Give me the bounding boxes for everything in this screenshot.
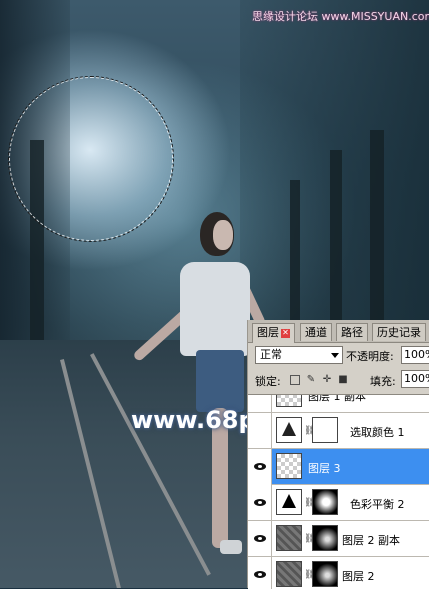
watermark-top: 思缘设计论坛 www.MISSYUAN.com	[252, 10, 429, 23]
fill-input[interactable]: 100%	[401, 370, 429, 388]
link-icon: ⛓	[304, 498, 316, 508]
layer-thumbnail	[276, 395, 302, 407]
link-icon: ⛓	[304, 534, 316, 544]
layer-row[interactable]: 图层 3	[248, 449, 429, 485]
layer-row[interactable]: ⛓ 选取颜色 1	[248, 413, 429, 449]
link-icon: ⛓	[304, 426, 316, 436]
layer-name: 图层 1 副本	[308, 394, 366, 403]
layer-name: 选取颜色 1	[350, 426, 405, 439]
figure-shorts	[196, 350, 244, 412]
layer-name: 色彩平衡 2	[350, 498, 405, 511]
tab-paths-label: 路径	[341, 326, 363, 339]
blend-mode-value: 正常	[260, 348, 282, 361]
layer-thumbnail	[276, 453, 302, 479]
close-icon[interactable]: ✕	[281, 329, 290, 338]
tab-channels-label: 通道	[305, 326, 327, 339]
chevron-down-icon	[331, 353, 339, 358]
layer-mask-thumbnail[interactable]	[312, 417, 338, 443]
opacity-input[interactable]: 100%	[401, 346, 429, 364]
tab-history-label: 历史记录	[377, 326, 421, 339]
adjustment-thumbnail	[276, 417, 302, 443]
opacity-label: 不透明度:	[346, 350, 394, 363]
lock-transparent-icon[interactable]	[290, 375, 300, 385]
layer-name: 图层 2 副本	[342, 534, 400, 547]
fill-value: 100%	[404, 372, 429, 385]
selection-marquee	[9, 77, 173, 241]
tree-trunk	[370, 130, 384, 340]
layer-mask-thumbnail[interactable]	[312, 489, 338, 515]
move-icon[interactable]: ✛	[322, 375, 332, 385]
visibility-toggle[interactable]	[248, 395, 272, 413]
visibility-toggle[interactable]	[248, 449, 272, 485]
visibility-toggle[interactable]	[248, 485, 272, 521]
lock-row: 锁定: ✎ ✛ ■ 填充: 100%	[250, 370, 429, 390]
layer-row[interactable]: ⛓ 色彩平衡 2	[248, 485, 429, 521]
adjustment-thumbnail	[276, 489, 302, 515]
blend-row: 正常 不透明度: 100%	[250, 346, 429, 366]
tree-trunk	[330, 150, 342, 340]
opacity-value: 100%	[404, 348, 429, 361]
tree-trunk	[290, 180, 300, 340]
eye-icon	[254, 535, 266, 542]
figure-face	[213, 220, 233, 250]
tab-channels[interactable]: 通道	[300, 323, 332, 341]
tab-history[interactable]: 历史记录	[372, 323, 426, 341]
visibility-toggle[interactable]	[248, 413, 272, 449]
layer-row[interactable]: 图层 1 副本	[248, 394, 429, 413]
tab-layers-label: 图层	[257, 326, 279, 339]
blend-mode-select[interactable]: 正常	[255, 346, 343, 364]
tab-paths[interactable]: 路径	[336, 323, 368, 341]
figure-shoe	[220, 540, 242, 554]
eye-icon	[254, 499, 266, 506]
layers-panel: 图层✕ 通道 路径 历史记录 正常 不透明度: 100% 锁定: ✎ ✛ ■ 填…	[247, 320, 429, 589]
layer-thumbnail	[276, 561, 302, 587]
layer-name: 图层 3	[308, 462, 341, 475]
layer-thumbnail	[276, 525, 302, 551]
adjustment-icon	[282, 422, 296, 436]
link-icon: ⛓	[304, 570, 316, 580]
layer-name: 图层 2	[342, 570, 375, 583]
layers-list: 图层 1 副本 ⛓ 选取颜色 1 图层 3 ⛓ 色彩平衡 2 ⛓ 图层 2 副本…	[248, 394, 429, 589]
color-balance-icon	[282, 494, 296, 508]
visibility-toggle[interactable]	[248, 557, 272, 589]
visibility-toggle[interactable]	[248, 521, 272, 557]
tab-layers[interactable]: 图层 ✕	[252, 323, 295, 343]
layer-row[interactable]: ⛓ 图层 2	[248, 557, 429, 589]
panel-tabs: 图层 ✕ 通道 路径 历史记录	[248, 320, 429, 343]
lock-label: 锁定:	[255, 375, 281, 388]
brush-icon[interactable]: ✎	[306, 375, 316, 385]
fill-label: 填充:	[370, 375, 396, 388]
figure-top	[180, 262, 250, 356]
layer-mask-thumbnail[interactable]	[312, 525, 338, 551]
eye-icon	[254, 463, 266, 470]
eye-icon	[254, 571, 266, 578]
lock-icon[interactable]: ■	[338, 375, 348, 385]
layer-row[interactable]: ⛓ 图层 2 副本	[248, 521, 429, 557]
layer-mask-thumbnail[interactable]	[312, 561, 338, 587]
